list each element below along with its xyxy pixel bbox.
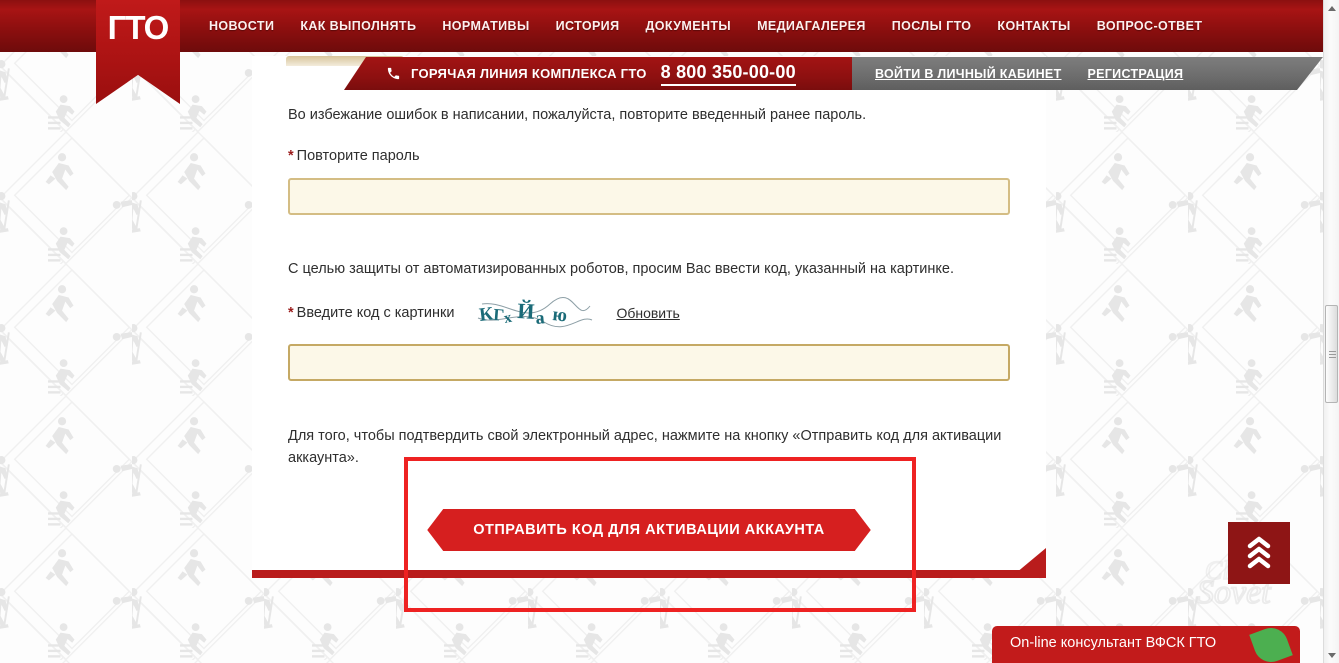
online-consultant-label: On-line консультант ВФСК ГТО: [1010, 635, 1217, 651]
required-marker-password: *: [288, 148, 294, 164]
svg-text:Й: Й: [517, 298, 535, 324]
scrollbar-down-arrow-icon[interactable]: [1324, 647, 1339, 663]
top-navigation-bar: НОВОСТИ КАК ВЫПОЛНЯТЬ НОРМАТИВЫ ИСТОРИЯ …: [0, 0, 1323, 52]
vertical-scrollbar[interactable]: [1323, 0, 1339, 663]
password-label-text: Повторите пароль: [296, 148, 420, 164]
account-links-bar: ВОЙТИ В ЛИЧНЫЙ КАБИНЕТ РЕГИСТРАЦИЯ: [845, 57, 1323, 90]
captcha-label-text: Введите код с картинки: [296, 305, 455, 321]
phone-icon: [386, 66, 401, 81]
scrollbar-up-arrow-icon[interactable]: [1324, 0, 1339, 16]
captcha-image: К Г х Й а ю: [476, 296, 595, 330]
sidebar-item-how-to[interactable]: КАК ВЫПОЛНЯТЬ: [287, 0, 429, 52]
logo-text: ГТО: [107, 9, 170, 46]
scrollbar-grip-icon: [1329, 351, 1336, 358]
password-field-label: * Повторите пароль: [288, 146, 1010, 166]
card-bottom-border: [252, 570, 1046, 578]
login-link[interactable]: ВОЙТИ В ЛИЧНЫЙ КАБИНЕТ: [875, 67, 1062, 81]
svg-text:ю: ю: [552, 304, 569, 326]
captcha-hint-text: С целью защиты от автоматизированных роб…: [288, 261, 954, 277]
page-root: НОВОСТИ КАК ВЫПОЛНЯТЬ НОРМАТИВЫ ИСТОРИЯ …: [0, 0, 1339, 663]
leaf-icon: [1249, 626, 1293, 663]
captcha-field-label: * Введите код с картинки: [288, 303, 454, 323]
sidebar-item-standards[interactable]: НОРМАТИВЫ: [429, 0, 542, 52]
sidebar-item-ambassadors[interactable]: ПОСЛЫ ГТО: [879, 0, 985, 52]
online-consultant-widget[interactable]: On-line консультант ВФСК ГТО: [992, 626, 1300, 663]
scroll-to-top-button[interactable]: [1228, 522, 1290, 584]
nav-list: НОВОСТИ КАК ВЫПОЛНЯТЬ НОРМАТИВЫ ИСТОРИЯ …: [196, 0, 1215, 52]
captcha-refresh-link[interactable]: Обновить: [616, 305, 679, 321]
register-link[interactable]: РЕГИСТРАЦИЯ: [1088, 67, 1184, 81]
captcha-row: * Введите код с картинки К Г х Й а ю Обн…: [288, 296, 1010, 330]
scrollbar-thumb[interactable]: [1325, 305, 1338, 403]
hotline-banner: ГОРЯЧАЯ ЛИНИЯ КОМПЛЕКСА ГТО 8 800 350-00…: [344, 57, 852, 90]
password-hint-text: Во избежание ошибок в написании, пожалуй…: [288, 107, 867, 123]
sidebar-item-documents[interactable]: ДОКУМЕНТЫ: [632, 0, 744, 52]
captcha-code-input[interactable]: [288, 344, 1010, 381]
sidebar-item-news[interactable]: НОВОСТИ: [196, 0, 287, 52]
double-chevron-up-icon: [1247, 536, 1271, 569]
sidebar-item-media-gallery[interactable]: МЕДИАГАЛЕРЕЯ: [744, 0, 879, 52]
send-activation-code-button[interactable]: ОТПРАВИТЬ КОД ДЛЯ АКТИВАЦИИ АККАУНТА: [427, 509, 871, 551]
form-body: Во избежание ошибок в написании, пожалуй…: [288, 104, 1010, 551]
submit-hint-text: Для того, чтобы подтвердить свой электро…: [288, 428, 1002, 466]
hotline-label: ГОРЯЧАЯ ЛИНИЯ КОМПЛЕКСА ГТО: [411, 66, 647, 81]
sidebar-item-history[interactable]: ИСТОРИЯ: [543, 0, 633, 52]
hotline-phone-number[interactable]: 8 800 350-00-00: [660, 62, 796, 86]
svg-text:а: а: [535, 307, 546, 328]
sidebar-item-faq[interactable]: ВОПРОС-ОТВЕТ: [1084, 0, 1216, 52]
required-marker-captcha: *: [288, 305, 294, 321]
registration-form-card: Во избежание ошибок в написании, пожалуй…: [252, 56, 1046, 577]
password-repeat-input[interactable]: [288, 178, 1010, 215]
gto-logo[interactable]: ГТО: [96, 0, 180, 104]
submit-button-container: ОТПРАВИТЬ КОД ДЛЯ АКТИВАЦИИ АККАУНТА: [288, 509, 1010, 551]
sidebar-item-contacts[interactable]: КОНТАКТЫ: [984, 0, 1083, 52]
